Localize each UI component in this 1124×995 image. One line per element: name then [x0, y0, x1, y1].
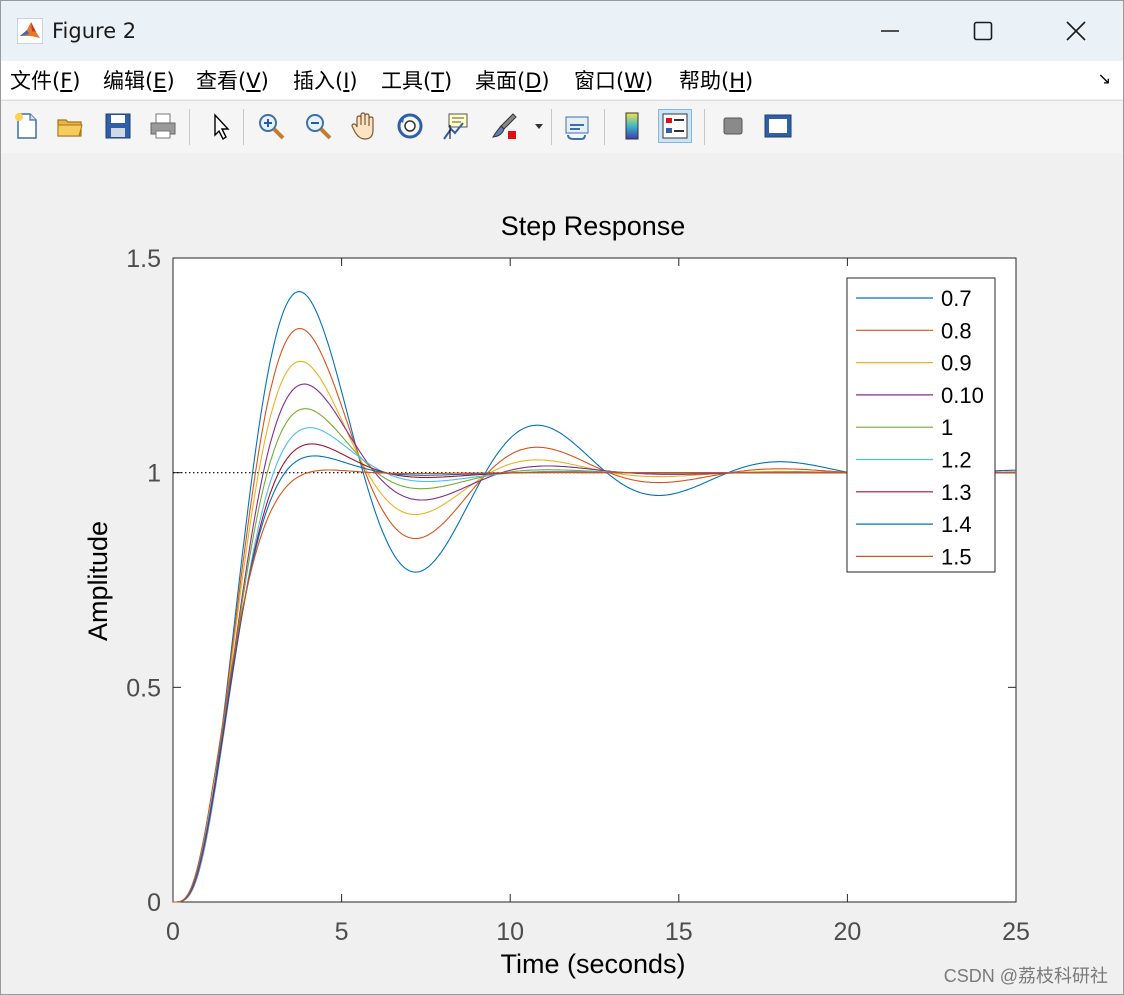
- insert-legend-button[interactable]: [658, 109, 692, 143]
- x-tick-label: 15: [665, 918, 693, 946]
- y-tick-label: 0.5: [126, 674, 161, 702]
- open-file-button[interactable]: [53, 109, 87, 143]
- zoom-in-button[interactable]: [254, 109, 288, 143]
- x-tick-label: 10: [496, 918, 524, 946]
- print-button[interactable]: [146, 109, 180, 143]
- title-bar[interactable]: Figure 2: [1, 1, 1123, 61]
- data-cursor-icon: [443, 113, 468, 140]
- brush-icon: [492, 113, 517, 139]
- menu-window[interactable]: 窗口(W): [574, 65, 653, 95]
- data-cursor-button[interactable]: [439, 109, 473, 143]
- new-figure-icon: [15, 113, 37, 139]
- legend-label: 0.10: [941, 383, 984, 408]
- caret-down-icon: [535, 124, 543, 129]
- menu-insert[interactable]: 插入(I): [293, 65, 358, 95]
- maximize-button[interactable]: [936, 1, 1030, 61]
- toolbar-separator: [551, 109, 552, 145]
- legend-icon: [662, 113, 688, 139]
- toolbar-separator: [704, 109, 705, 145]
- dock-arrow-icon[interactable]: ↘: [1098, 69, 1111, 88]
- menu-tools[interactable]: 工具(T): [381, 65, 452, 95]
- y-tick-label: 0: [147, 889, 161, 917]
- legend-label: 1.4: [941, 512, 972, 537]
- menu-edit[interactable]: 编辑(E): [103, 65, 175, 95]
- show-plot-tools-button[interactable]: [761, 109, 795, 143]
- legend-label: 0.9: [941, 351, 972, 376]
- pan-button[interactable]: [347, 109, 381, 143]
- maximize-icon: [973, 21, 993, 41]
- x-axis-label: Time (seconds): [500, 949, 685, 979]
- zoom-in-icon: [259, 114, 285, 140]
- rotate-3d-button[interactable]: [393, 109, 427, 143]
- save-button[interactable]: [101, 109, 135, 143]
- legend-label: 1.5: [941, 544, 972, 569]
- toolbar-separator: [604, 109, 605, 145]
- legend-box: [846, 277, 996, 573]
- minimize-icon: [881, 30, 899, 32]
- x-tick-label: 0: [166, 918, 180, 946]
- figure-window: Figure 2 文件(F) 编辑(E) 查看(V) 插入(I) 工具(T) 桌…: [0, 0, 1124, 995]
- legend-label: 0.7: [941, 286, 972, 311]
- figure-canvas: Step Response 0 5 10 15 20 25 0 0.5 1 1.5 Time (s…: [1, 153, 1123, 994]
- insert-colorbar-button[interactable]: [615, 109, 649, 143]
- show-plot-tools-icon: [764, 114, 792, 138]
- y-axis-label: Amplitude: [83, 521, 113, 641]
- chart-title: Step Response: [501, 211, 686, 241]
- menu-help[interactable]: 帮助(H): [679, 65, 753, 95]
- menu-file[interactable]: 文件(F): [10, 65, 81, 95]
- x-tick-label: 5: [335, 918, 349, 946]
- edit-plot-button[interactable]: [203, 109, 237, 143]
- print-icon: [150, 113, 176, 139]
- menu-bar: 文件(F) 编辑(E) 查看(V) 插入(I) 工具(T) 桌面(D) 窗口(W…: [1, 61, 1123, 99]
- watermark: CSDN @荔枝科研社: [944, 966, 1108, 986]
- hide-plot-tools-icon: [723, 117, 743, 135]
- figure-toolbar: [1, 100, 1123, 154]
- brush-button[interactable]: [487, 109, 521, 143]
- x-tick-label: 25: [1002, 918, 1030, 946]
- minimize-button[interactable]: [843, 1, 937, 61]
- hide-plot-tools-button[interactable]: [716, 109, 750, 143]
- link-plot-icon: [565, 116, 589, 140]
- open-folder-icon: [57, 119, 83, 137]
- zoom-out-icon: [306, 114, 332, 140]
- legend-label: 1: [941, 415, 953, 440]
- window-title: Figure 2: [52, 19, 137, 43]
- x-tick-label: 20: [833, 918, 861, 946]
- legend-label: 1.2: [941, 448, 972, 473]
- legend-label: 0.8: [941, 318, 972, 343]
- rotate-3d-icon: [397, 113, 423, 139]
- matlab-logo-icon: [17, 18, 43, 44]
- colorbar-icon: [625, 112, 639, 140]
- toolbar-separator: [189, 109, 190, 145]
- pan-hand-icon: [351, 112, 374, 140]
- legend-label: 1.3: [941, 480, 972, 505]
- menu-desktop[interactable]: 桌面(D): [475, 65, 550, 95]
- close-icon: [1066, 21, 1086, 41]
- close-button[interactable]: [1029, 1, 1123, 61]
- save-icon: [105, 113, 131, 139]
- zoom-out-button[interactable]: [301, 109, 335, 143]
- brush-dropdown[interactable]: [531, 109, 547, 143]
- new-figure-button[interactable]: [9, 109, 43, 143]
- link-plot-button[interactable]: [561, 109, 595, 143]
- select-arrow-icon: [214, 113, 230, 141]
- legend[interactable]: 0.7 0.8 0.9 0.10 1 1.2 1.3 1.4 1.5: [846, 277, 996, 573]
- toolbar-separator: [243, 109, 244, 145]
- y-tick-label: 1: [147, 460, 161, 488]
- step-response-plot[interactable]: Step Response 0 5 10 15 20 25 0 0.5 1 1.5 Time (s…: [1, 153, 1123, 994]
- y-tick-label: 1.5: [126, 245, 161, 273]
- menu-view[interactable]: 查看(V): [196, 65, 269, 95]
